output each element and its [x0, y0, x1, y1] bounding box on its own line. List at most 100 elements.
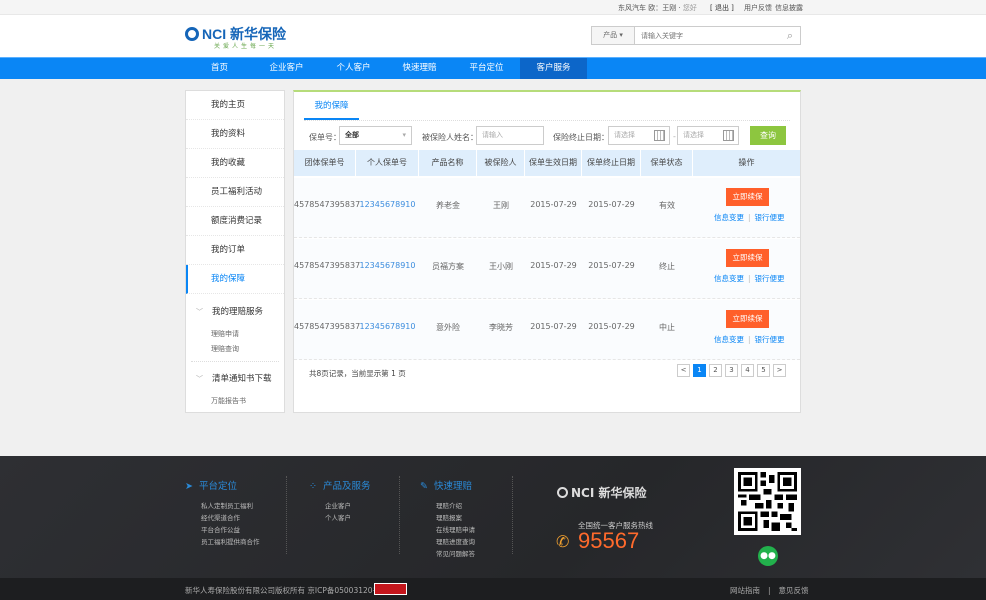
footer-link[interactable]: 理赔报案: [436, 512, 462, 522]
search-icon[interactable]: ⌕: [780, 27, 800, 44]
nav-claims[interactable]: 快速理赔: [386, 58, 453, 79]
logout-link[interactable]: [ 退出 ]: [710, 3, 734, 13]
divider: [191, 361, 279, 362]
claim-icon: ✎: [420, 481, 428, 492]
tab-my-coverage[interactable]: 我的保障: [304, 92, 359, 120]
sidebar-group-downloads[interactable]: ﹀ 清单通知书下载: [186, 372, 272, 384]
divider: [399, 476, 400, 554]
sidebar: 我的主页 我的资料 我的收藏 员工福利活动 额度消费记录 我的订单 我的保障 ﹀…: [185, 90, 285, 413]
cell-group-no: 4578547395837: [294, 200, 361, 209]
bank-change-link[interactable]: 银行便更: [755, 213, 785, 222]
cell-start: 2015-07-29: [530, 261, 577, 270]
footer-link[interactable]: 常见问题解答: [436, 548, 475, 558]
search-category-select[interactable]: 产品 ▾: [592, 27, 635, 44]
sidebar-sub-claim-query[interactable]: 理赔查询: [211, 344, 239, 354]
bottom-bar: [0, 578, 986, 600]
sidebar-item-coverage[interactable]: 我的保障: [186, 265, 284, 294]
cell-group-no: 4578547395837: [294, 261, 361, 270]
company-name: 东风汽车: [618, 4, 649, 12]
footer-link[interactable]: 经代渠道合作: [201, 512, 240, 522]
sidebar-item-home[interactable]: 我的主页: [186, 91, 284, 120]
trust-badge[interactable]: [374, 583, 407, 595]
qr-code: [734, 468, 801, 535]
cell-insured: 王刚: [493, 201, 509, 210]
info-change-link[interactable]: 信息变更: [714, 335, 744, 344]
footer-link[interactable]: 在线理赔申请: [436, 524, 475, 534]
footer-col-platform-title: ➤ 平台定位: [185, 481, 237, 492]
cell-product: 养老金: [436, 201, 460, 210]
footer-link[interactable]: 私人定制员工福利: [201, 500, 253, 510]
greeting: 您好: [682, 4, 697, 12]
renew-button[interactable]: 立即续保: [726, 188, 769, 206]
nav-personal[interactable]: 个人客户: [320, 58, 387, 79]
nav-platform[interactable]: 平台定位: [453, 58, 520, 79]
end-date-input[interactable]: 请选择: [677, 126, 739, 145]
feedback-link[interactable]: 用户反馈: [744, 3, 772, 13]
disclosure-link[interactable]: 信息披露: [775, 3, 803, 13]
page-3[interactable]: 3: [725, 364, 738, 377]
site-guide-link[interactable]: 网站指南: [730, 586, 760, 595]
cell-product: 员福方案: [432, 262, 464, 271]
footer-link[interactable]: 个人客户: [325, 512, 351, 522]
page-5[interactable]: 5: [757, 364, 770, 377]
calendar-icon[interactable]: [723, 130, 734, 141]
sidebar-sub-claim-apply[interactable]: 理赔申请: [211, 329, 239, 339]
prev-page-button[interactable]: <: [677, 364, 690, 377]
nav-customer-service[interactable]: 客户服务: [520, 58, 587, 79]
header: [0, 15, 986, 57]
cell-group-no: 4578547395837: [294, 322, 361, 331]
footer-link[interactable]: 理赔介绍: [436, 500, 462, 510]
cell-start: 2015-07-29: [530, 322, 577, 331]
page-1[interactable]: 1: [693, 364, 706, 377]
cell-end: 2015-07-29: [588, 261, 635, 270]
calendar-icon[interactable]: [654, 130, 665, 141]
sidebar-item-consumption[interactable]: 额度消费记录: [186, 207, 284, 236]
info-change-link[interactable]: 信息变更: [714, 274, 744, 283]
sidebar-group-claims[interactable]: ﹀ 我的理赔服务: [186, 305, 263, 317]
sidebar-item-orders[interactable]: 我的订单: [186, 236, 284, 265]
next-page-button[interactable]: >: [773, 364, 786, 377]
cell-status: 有效: [659, 201, 675, 210]
wechat-icon[interactable]: ●●: [758, 546, 778, 566]
sidebar-sub-report[interactable]: 万能报告书: [211, 396, 246, 406]
page-2[interactable]: 2: [709, 364, 722, 377]
logo-ring-icon: [185, 27, 199, 41]
cell-personal-no[interactable]: 12345678910: [356, 322, 419, 331]
footer: ➤ 平台定位 私人定制员工福利 经代渠道合作 平台合作公益 员工福利提供商合作 ⁘…: [0, 456, 986, 578]
insured-input[interactable]: 请输入: [476, 126, 544, 145]
bank-change-link[interactable]: 银行便更: [755, 274, 785, 283]
query-button[interactable]: 查询: [750, 126, 786, 145]
cell-end: 2015-07-29: [588, 322, 635, 331]
table-row: 4578547395837 12345678910 意外险 李晓芳 2015-07-29…: [294, 300, 800, 360]
sidebar-item-favorites[interactable]: 我的收藏: [186, 149, 284, 178]
cell-personal-no[interactable]: 12345678910: [356, 200, 419, 209]
renew-button[interactable]: 立即续保: [726, 310, 769, 328]
feedback-link[interactable]: 意见反馈: [779, 586, 809, 595]
nav-enterprise[interactable]: 企业客户: [253, 58, 320, 79]
col-end-date: 保单终止日期: [582, 150, 641, 176]
search-bar: 产品 ▾ ⌕: [591, 26, 801, 45]
sidebar-item-welfare[interactable]: 员工福利活动: [186, 178, 284, 207]
footer-link[interactable]: 理赔进度查询: [436, 536, 475, 546]
footer-link[interactable]: 员工福利提供商合作: [201, 536, 260, 546]
chevron-down-icon: ﹀: [196, 308, 203, 316]
info-change-link[interactable]: 信息变更: [714, 213, 744, 222]
cell-personal-no[interactable]: 12345678910: [356, 261, 419, 270]
sidebar-item-profile[interactable]: 我的资料: [186, 120, 284, 149]
date-separator: -: [673, 132, 676, 141]
bank-change-link[interactable]: 银行便更: [755, 335, 785, 344]
page-4[interactable]: 4: [741, 364, 754, 377]
qr-code-image: [738, 472, 797, 531]
start-date-input[interactable]: 请选择: [608, 126, 670, 145]
renew-button[interactable]: 立即续保: [726, 249, 769, 267]
user-name: 欧：王刚 ·: [648, 4, 683, 12]
end-date-label: 保险终止日期：: [553, 133, 609, 142]
row-actions: 信息变更 | 银行便更: [714, 213, 785, 222]
policy-select[interactable]: 全部 ▾: [339, 126, 412, 145]
search-input[interactable]: [635, 27, 780, 44]
footer-link[interactable]: 平台合作公益: [201, 524, 240, 534]
footer-logo: NCI 新华保险: [557, 484, 647, 501]
nav-home[interactable]: 首页: [186, 58, 253, 79]
footer-link[interactable]: 企业客户: [325, 500, 351, 510]
cell-start: 2015-07-29: [530, 200, 577, 209]
